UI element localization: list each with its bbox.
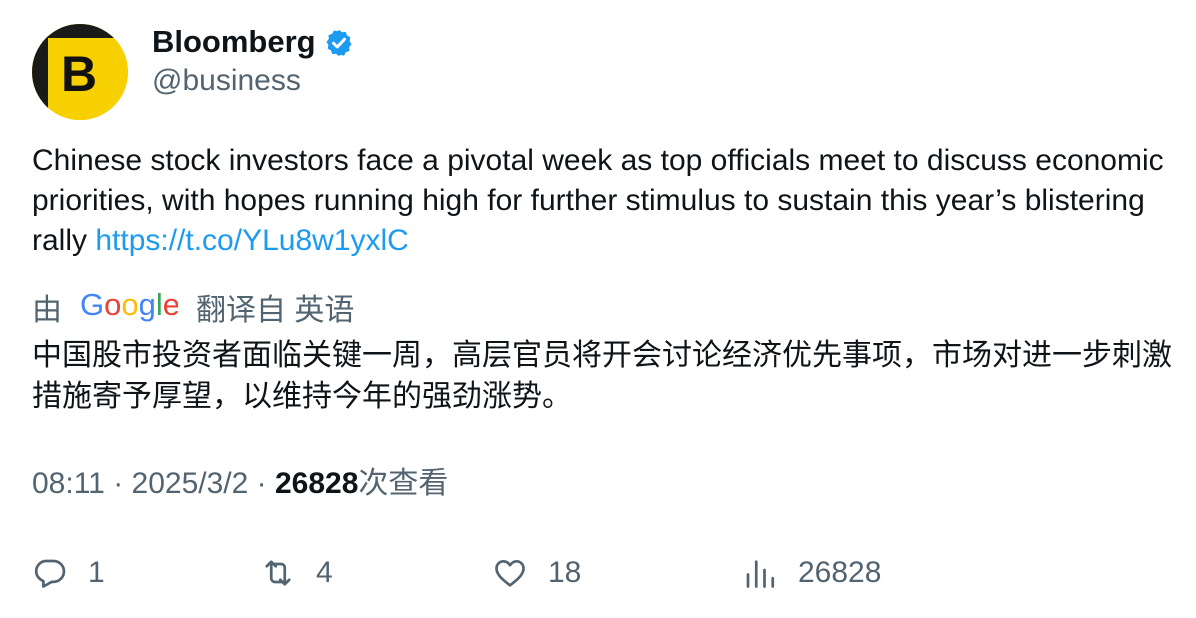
translation-attribution: 由 Google 翻译自 英语 <box>32 287 354 327</box>
translation-prefix: 由 <box>32 294 62 327</box>
tweet-time[interactable]: 08:11 <box>32 467 105 500</box>
retweet-count: 4 <box>316 556 333 589</box>
svg-text:B: B <box>61 46 97 102</box>
retweet-icon <box>265 560 291 586</box>
tweet-meta: 08:11 · 2025/3/2 · 26828次查看 <box>32 464 448 504</box>
retweet-button[interactable]: 4 <box>260 551 333 595</box>
meta-separator: · <box>248 467 275 500</box>
like-count: 18 <box>548 556 582 589</box>
translated-text: 中国股市投资者面临关键一周，高层官员将开会讨论经济优先事项，市场对进一步刺激措施… <box>32 339 1172 413</box>
reply-count: 1 <box>88 556 105 589</box>
views-suffix: 次查看 <box>358 467 449 500</box>
like-button[interactable]: 18 <box>492 551 581 595</box>
tweet-date[interactable]: 2025/3/2 <box>132 467 249 500</box>
heart-icon <box>495 559 525 587</box>
google-logo-icon[interactable]: Google <box>80 290 178 324</box>
analytics-icon <box>746 560 775 588</box>
reply-icon <box>34 559 66 588</box>
reply-button[interactable]: 1 <box>32 551 105 595</box>
user-handle[interactable]: @business <box>152 61 301 101</box>
avatar[interactable]: B <box>32 24 128 120</box>
meta-separator: · <box>104 467 132 500</box>
display-name[interactable]: Bloomberg <box>152 22 316 62</box>
tweet-card: B Bloomberg @business Chinese stock inve… <box>0 0 1196 618</box>
translated-from-label[interactable]: 翻译自 英语 <box>196 285 354 329</box>
tweet-text: Chinese stock investors face a pivotal w… <box>32 141 1172 261</box>
views-count: 26828 <box>274 467 359 500</box>
views-action-count: 26828 <box>798 556 882 589</box>
tweet-link[interactable]: https://t.co/YLu8w1yxlC <box>95 224 408 257</box>
display-name-row[interactable]: Bloomberg <box>152 22 354 62</box>
views-button[interactable]: 26828 <box>742 551 881 595</box>
verified-badge-icon <box>326 29 352 57</box>
action-bar: 1 4 18 26828 <box>32 551 1172 595</box>
bloomberg-logo-icon: B <box>32 24 128 120</box>
svg-text:Google: Google <box>80 290 178 322</box>
